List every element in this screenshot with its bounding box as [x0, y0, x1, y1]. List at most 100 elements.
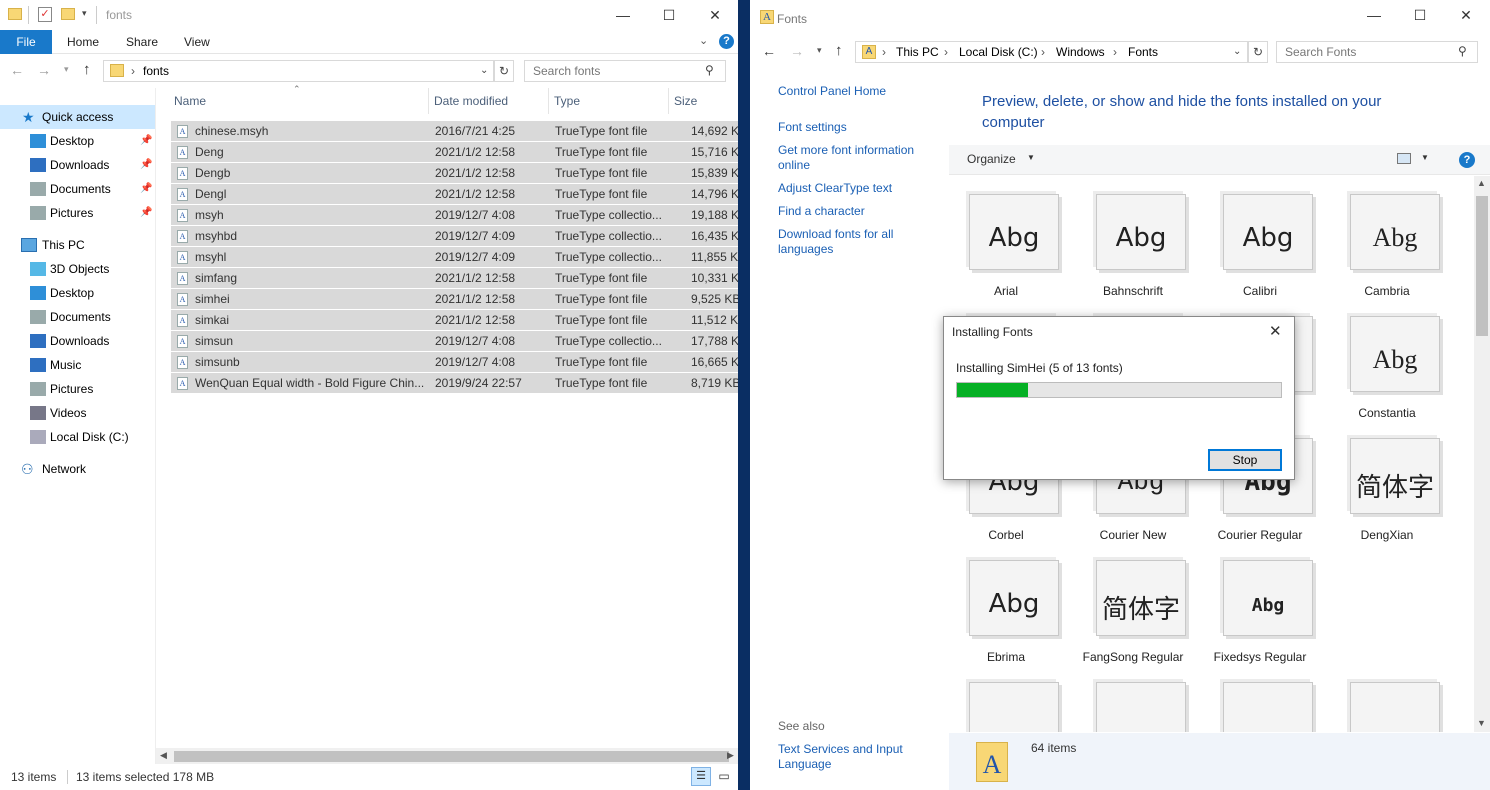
breadcrumb-this-pc[interactable]: This PC — [896, 42, 939, 62]
column-header-date[interactable]: Date modified — [429, 88, 549, 114]
font-tile[interactable]: Abg Calibri — [1203, 194, 1313, 314]
pin-icon[interactable]: 📌 — [140, 129, 152, 153]
minimize-button[interactable]: — — [600, 0, 646, 30]
font-tile[interactable] — [1076, 682, 1186, 732]
tab-file[interactable]: File — [0, 30, 52, 54]
pin-icon[interactable]: 📌 — [140, 177, 152, 201]
recent-locations-icon[interactable]: ▾ — [817, 45, 822, 56]
address-dropdown-icon[interactable]: ⌄ — [1233, 42, 1241, 62]
font-tile[interactable]: Abg Constantia — [1330, 316, 1440, 436]
font-tile[interactable] — [1203, 682, 1313, 732]
tab-share[interactable]: Share — [112, 30, 172, 54]
nav-item[interactable]: Documents — [0, 305, 155, 329]
forward-icon[interactable]: → — [37, 62, 51, 78]
help-icon[interactable]: ? — [1459, 152, 1475, 168]
column-header-size[interactable]: Size — [669, 88, 738, 114]
table-row[interactable]: A Deng 2021/1/2 12:58 TrueType font file 15,… — [171, 141, 738, 162]
tab-view[interactable]: View — [170, 30, 224, 54]
nav-item[interactable]: Documents 📌 — [0, 177, 155, 201]
font-tile[interactable] — [949, 682, 1059, 732]
font-tile[interactable]: 简体字 FangSong Regular — [1076, 560, 1186, 680]
font-tile[interactable]: Abg Fixedsys Regular — [1203, 560, 1313, 680]
more-font-info-link[interactable]: Get more font information online — [778, 143, 928, 173]
nav-item[interactable]: Downloads — [0, 329, 155, 353]
pin-icon[interactable]: 📌 — [140, 153, 152, 177]
font-settings-link[interactable]: Font settings — [778, 120, 928, 135]
scroll-down-icon[interactable]: ▼ — [1477, 718, 1486, 728]
search-icon[interactable]: ⚲ — [705, 63, 714, 77]
nav-item[interactable]: Videos — [0, 401, 155, 425]
pin-icon[interactable]: 📌 — [140, 201, 152, 225]
close-button[interactable]: ✕ — [692, 0, 738, 30]
font-tile[interactable]: Abg Cambria — [1330, 194, 1440, 314]
organize-button[interactable]: Organize — [967, 152, 1016, 166]
address-bar[interactable]: A › This PC › Local Disk (C:) › Windows … — [855, 41, 1248, 63]
font-tile[interactable]: Abg Ebrima — [949, 560, 1059, 680]
properties-icon[interactable]: ✓ — [38, 7, 52, 22]
quick-access-dropdown-icon[interactable]: ▾ — [82, 8, 87, 19]
nav-item[interactable]: 3D Objects — [0, 257, 155, 281]
maximize-button[interactable]: ☐ — [1397, 0, 1443, 30]
change-view-icon[interactable] — [1397, 153, 1411, 164]
breadcrumb-fonts[interactable]: Fonts — [1128, 42, 1158, 62]
table-row[interactable]: Achinese.msyh 2016/7/21 4:25 TrueType font… — [171, 120, 738, 141]
table-row[interactable]: Amsyhl 2019/12/7 4:09 TrueType collectio..… — [171, 246, 738, 267]
nav-item[interactable]: Downloads 📌 — [0, 153, 155, 177]
new-folder-icon[interactable] — [61, 8, 75, 20]
refresh-icon[interactable]: ↻ — [494, 60, 514, 82]
table-row[interactable]: Asimsun 2019/12/7 4:08 TrueType collectio.… — [171, 330, 738, 351]
scroll-thumb[interactable] — [1476, 196, 1488, 336]
scroll-thumb[interactable] — [174, 751, 729, 762]
nav-item[interactable]: Local Disk (C:) — [0, 425, 155, 449]
minimize-button[interactable]: — — [1351, 0, 1397, 30]
font-tile[interactable]: Abg Arial — [949, 194, 1059, 314]
ribbon-expand-icon[interactable]: ⌄ — [699, 34, 708, 47]
refresh-icon[interactable]: ↻ — [1248, 41, 1268, 63]
address-text[interactable]: fonts — [143, 61, 169, 81]
table-row[interactable]: Asimsunb 2019/12/7 4:08 TrueType font file… — [171, 351, 738, 372]
up-icon[interactable]: ↑ — [835, 42, 843, 59]
table-row[interactable]: Asimfang 2021/1/2 12:58 TrueType font file… — [171, 267, 738, 288]
search-input[interactable]: Search fonts — [524, 60, 726, 82]
dialog-close-icon[interactable]: ✕ — [1269, 322, 1282, 340]
table-row[interactable]: Amsyhbd 2019/12/7 4:09 TrueType collectio.… — [171, 225, 738, 246]
nav-item[interactable]: Desktop — [0, 281, 155, 305]
back-icon[interactable]: ← — [762, 43, 776, 59]
breadcrumb-windows[interactable]: Windows — [1056, 42, 1105, 62]
find-character-link[interactable]: Find a character — [778, 204, 928, 219]
nav-quick-access[interactable]: ★ Quick access — [0, 105, 155, 129]
font-tile[interactable]: 简体字 DengXian — [1330, 438, 1440, 558]
nav-network[interactable]: ⚇ Network — [0, 457, 155, 481]
back-icon[interactable]: ← — [10, 62, 24, 78]
details-view-icon[interactable]: ☰ — [691, 767, 711, 786]
view-dropdown-icon[interactable]: ▼ — [1421, 153, 1429, 162]
search-icon[interactable]: ⚲ — [1458, 44, 1467, 58]
table-row[interactable]: Amsyh 2019/12/7 4:08 TrueType collectio...… — [171, 204, 738, 225]
up-icon[interactable]: ↑ — [83, 61, 91, 78]
nav-item[interactable]: Desktop 📌 — [0, 129, 155, 153]
scroll-right-icon[interactable]: ▶ — [727, 750, 734, 761]
table-row[interactable]: A Dengl 2021/1/2 12:58 TrueType font file 14… — [171, 183, 738, 204]
download-fonts-link[interactable]: Download fonts for all languages — [778, 227, 928, 257]
table-row[interactable]: Asimhei 2021/1/2 12:58 TrueType font file 9… — [171, 288, 738, 309]
horizontal-scrollbar[interactable]: ◀ ▶ — [156, 748, 738, 765]
nav-item[interactable]: Pictures — [0, 377, 155, 401]
breadcrumb-local-disk[interactable]: Local Disk (C:) — [959, 42, 1038, 62]
nav-item[interactable]: Music — [0, 353, 155, 377]
search-input[interactable]: Search Fonts — [1276, 41, 1478, 63]
tab-home[interactable]: Home — [53, 30, 113, 54]
table-row[interactable]: A Dengb 2021/1/2 12:58 TrueType font file 15… — [171, 162, 738, 183]
help-icon[interactable]: ? — [719, 34, 734, 49]
adjust-cleartype-link[interactable]: Adjust ClearType text — [778, 181, 928, 196]
font-tile[interactable]: Abg Bahnschrift — [1076, 194, 1186, 314]
column-header-type[interactable]: Type — [549, 88, 669, 114]
nav-this-pc[interactable]: This PC — [0, 233, 155, 257]
address-bar[interactable]: › fonts ⌄ — [103, 60, 494, 82]
organize-dropdown-icon[interactable]: ▼ — [1027, 153, 1035, 162]
vertical-scrollbar[interactable]: ▲ ▼ — [1474, 176, 1490, 732]
close-button[interactable]: ✕ — [1443, 0, 1489, 30]
scroll-up-icon[interactable]: ▲ — [1477, 178, 1486, 188]
control-panel-home-link[interactable]: Control Panel Home — [778, 84, 928, 99]
nav-item[interactable]: Pictures 📌 — [0, 201, 155, 225]
stop-button[interactable]: Stop — [1208, 449, 1282, 471]
